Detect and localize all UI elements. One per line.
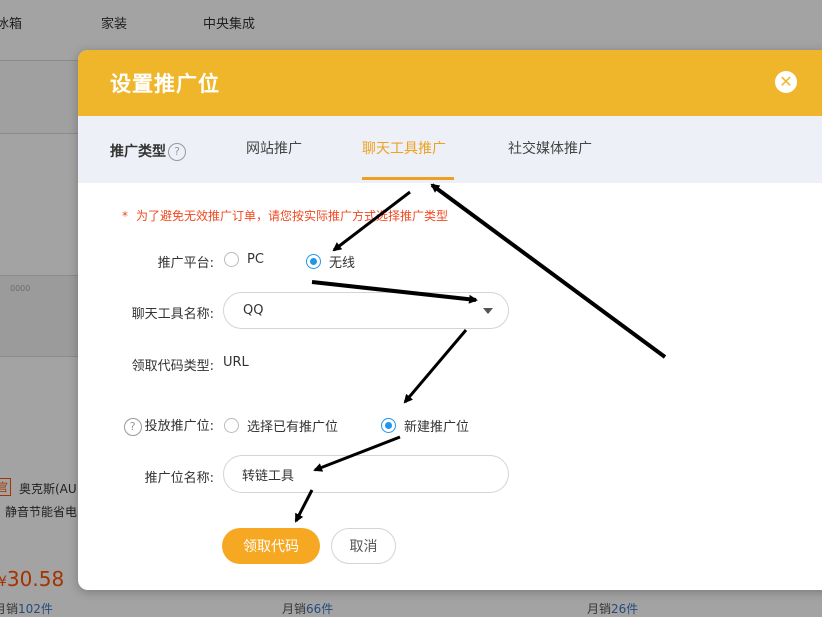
slot-name-label: 推广位名称: [144,471,214,486]
radio-circle[interactable] [224,418,239,433]
promotion-type-label: 推广类型? [110,141,186,161]
get-code-button[interactable]: 领取代码 [222,528,320,564]
radio-wireless[interactable]: 无线 [306,252,355,271]
chat-tool-label: 聊天工具名称: [131,307,214,322]
chat-tool-select[interactable]: QQ [223,292,509,329]
cancel-button[interactable]: 取消 [331,528,396,564]
radio-circle-checked[interactable] [381,418,396,433]
dialog-header: 设置推广位 ✕ [78,50,822,116]
notice-text: * 为了避免无效推广订单，请您按实际推广方式选择推广类型 [122,209,449,223]
tab-social-media[interactable]: 社交媒体推广 [508,138,592,158]
placement-label: ? 投放推广位: [123,415,214,436]
radio-circle[interactable] [224,252,239,267]
radio-label: 选择已有推广位 [247,420,339,435]
tab-chat-tool[interactable]: 聊天工具推广 [362,138,446,158]
radio-label: 新建推广位 [404,420,470,435]
active-tab-underline [362,177,454,180]
promotion-type-tabs: 推广类型? 网站推广 聊天工具推广 社交媒体推广 [78,116,822,183]
radio-new-slot[interactable]: 新建推广位 [381,416,469,435]
help-icon[interactable]: ? [123,417,142,436]
chevron-down-icon[interactable] [483,308,493,314]
promotion-slot-dialog: 设置推广位 ✕ 推广类型? 网站推广 聊天工具推广 社交媒体推广 * 为了避免无效… [78,50,822,590]
dialog-title: 设置推广位 [110,72,220,96]
close-icon[interactable]: ✕ [775,71,797,93]
slot-name-input[interactable] [223,455,509,493]
platform-label: 推广平台: [157,256,214,271]
radio-label: PC [247,252,264,267]
code-type-label: 领取代码类型: [131,359,214,374]
code-type-value: URL [223,355,249,370]
radio-pc[interactable]: PC [224,252,264,267]
radio-label: 无线 [329,256,356,271]
chat-tool-value: QQ [243,303,264,318]
radio-circle-checked[interactable] [306,254,321,269]
help-icon[interactable]: ? [168,143,186,161]
radio-existing-slot[interactable]: 选择已有推广位 [224,416,338,435]
tab-website[interactable]: 网站推广 [246,138,302,158]
